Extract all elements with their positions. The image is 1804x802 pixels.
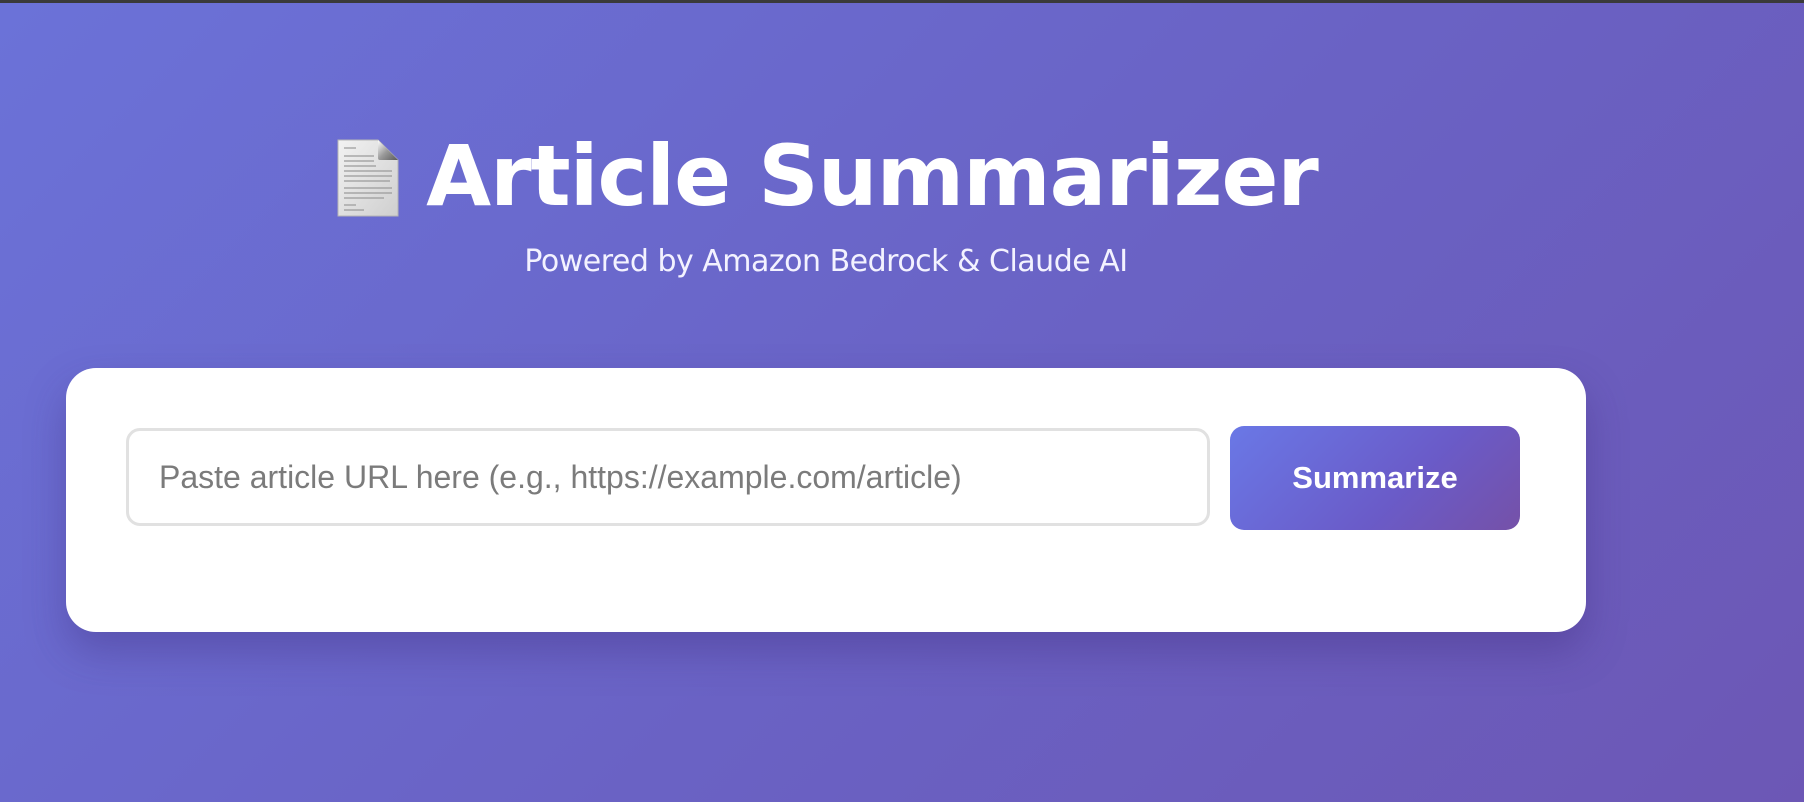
title-row: Article Summarizer xyxy=(66,128,1586,224)
main-container: Article Summarizer Powered by Amazon Bed… xyxy=(66,0,1586,632)
url-form: Summarize xyxy=(126,426,1520,530)
page-subtitle: Powered by Amazon Bedrock & Claude AI xyxy=(524,244,1128,279)
summarize-card: Summarize xyxy=(66,368,1586,632)
article-url-input[interactable] xyxy=(126,428,1210,526)
page-title: Article Summarizer xyxy=(426,127,1319,225)
page-facing-up-icon xyxy=(334,138,402,218)
header: Article Summarizer Powered by Amazon Bed… xyxy=(66,128,1586,279)
summarize-button[interactable]: Summarize xyxy=(1230,426,1520,530)
